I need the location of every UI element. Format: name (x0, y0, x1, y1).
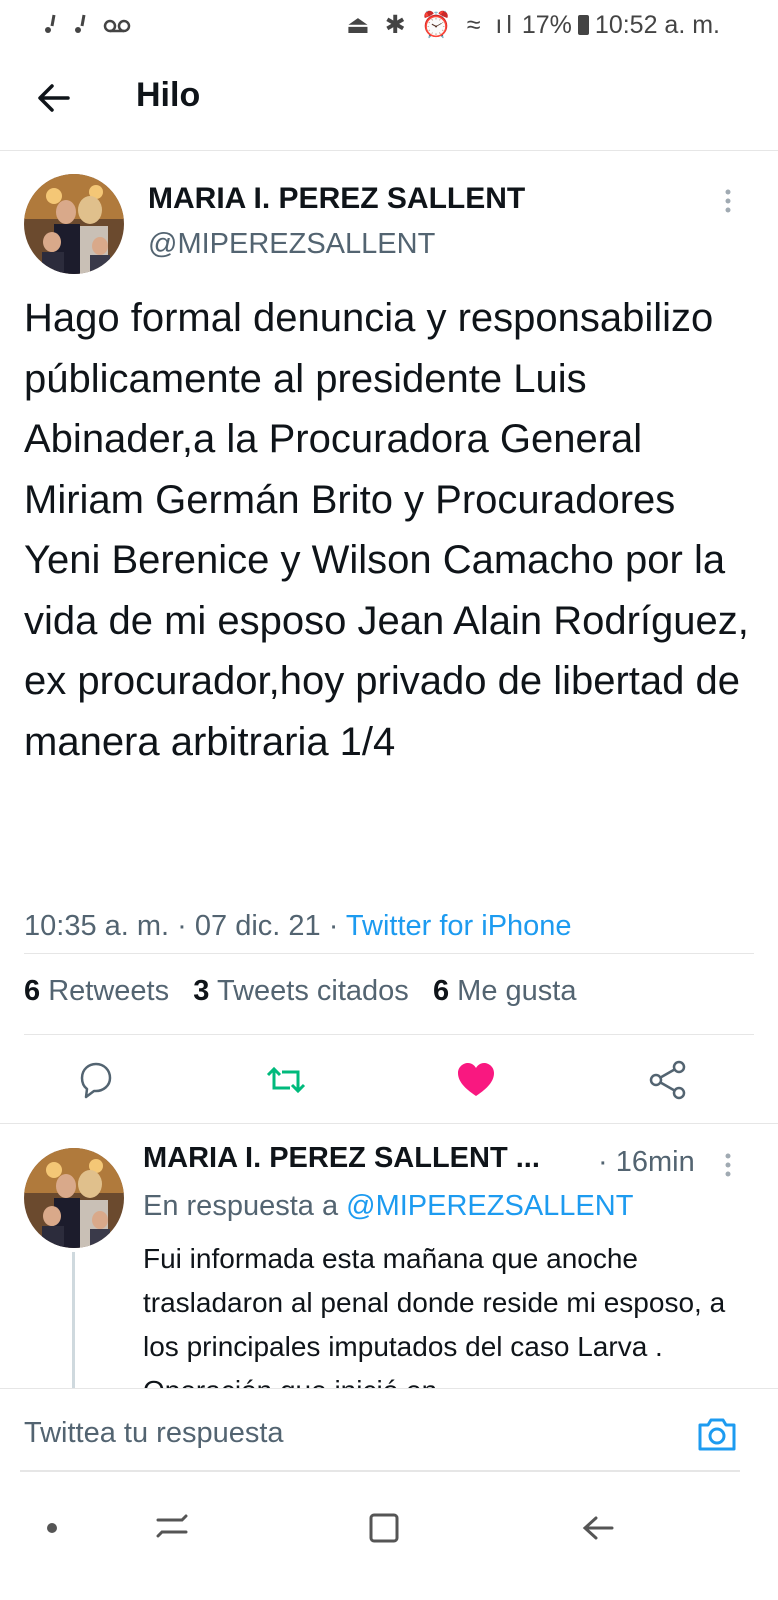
reply-prefix: En respuesta a (143, 1190, 339, 1222)
quotes-stat[interactable]: 3 Tweets citados (193, 975, 409, 1007)
avatar[interactable] (24, 174, 124, 274)
tweet-date: 07 dic. 21 (194, 910, 321, 942)
retweets-stat[interactable]: 6 Retweets (24, 975, 169, 1007)
reply-tweet-text: Fui informada esta mañana que anoche tra… (143, 1243, 726, 1388)
battery-level: 17% (521, 10, 572, 39)
tweet-time: 10:35 a. m. (24, 910, 170, 942)
notification-icons (40, 10, 140, 43)
back-nav-icon[interactable] (578, 1508, 618, 1548)
reply-context: En respuesta a @MIPEREZSALLENT (143, 1190, 633, 1223)
more-vertical-icon[interactable] (724, 1152, 732, 1178)
status-time: 10:52 a. m. (594, 10, 720, 39)
tweet-stats: 6 Retweets 3 Tweets citados 6 Me gusta (24, 975, 576, 1008)
tweet-meta: 10:35 a. m. · 07 dic. 21 · Twitter for i… (24, 910, 572, 942)
status-icons: ⏏ ✱ ⏰ ≈ ıl (346, 11, 516, 39)
author-handle[interactable]: @MIPEREZSALLENT (148, 228, 435, 261)
more-vertical-icon[interactable] (724, 188, 732, 214)
home-icon[interactable] (364, 1508, 404, 1548)
page-title: Hilo (136, 76, 201, 114)
nav-dot-icon[interactable] (32, 1508, 72, 1548)
tweet-text: Hago formal denuncia y responsabilizo pú… (24, 296, 749, 764)
divider (24, 953, 754, 954)
reply-time: · 16min (598, 1146, 695, 1178)
status-bar: ⏏ ✱ ⏰ ≈ ıl 17% 10:52 a. m. (0, 0, 778, 50)
reply-icon[interactable] (74, 1058, 118, 1102)
divider (24, 1034, 754, 1035)
divider (0, 1123, 778, 1124)
system-nav-bar (0, 1480, 778, 1600)
likes-stat[interactable]: 6 Me gusta (433, 975, 577, 1007)
battery-icon (577, 15, 589, 35)
reply-handle-link[interactable]: @MIPEREZSALLENT (346, 1190, 633, 1222)
like-icon[interactable] (454, 1058, 498, 1102)
thread-line (72, 1252, 75, 1392)
author-name[interactable]: MARIA I. PEREZ SALLENT (148, 182, 525, 216)
composer-underline (20, 1470, 740, 1472)
tweet-source[interactable]: Twitter for iPhone (346, 910, 572, 942)
reply-input[interactable]: Twittea tu respuesta (24, 1417, 284, 1450)
status-right: ⏏ ✱ ⏰ ≈ ıl 17% 10:52 a. m. (346, 10, 720, 40)
reply-author-name[interactable]: MARIA I. PEREZ SALLENT ... (143, 1142, 540, 1175)
retweet-icon[interactable] (264, 1058, 308, 1102)
reply-composer: Twittea tu respuesta (0, 1388, 778, 1479)
recent-apps-icon[interactable] (152, 1508, 192, 1548)
camera-icon[interactable] (696, 1415, 738, 1453)
header: Hilo (0, 50, 778, 151)
share-icon[interactable] (646, 1058, 690, 1102)
avatar[interactable] (24, 1148, 124, 1248)
back-arrow-icon[interactable] (34, 78, 74, 118)
